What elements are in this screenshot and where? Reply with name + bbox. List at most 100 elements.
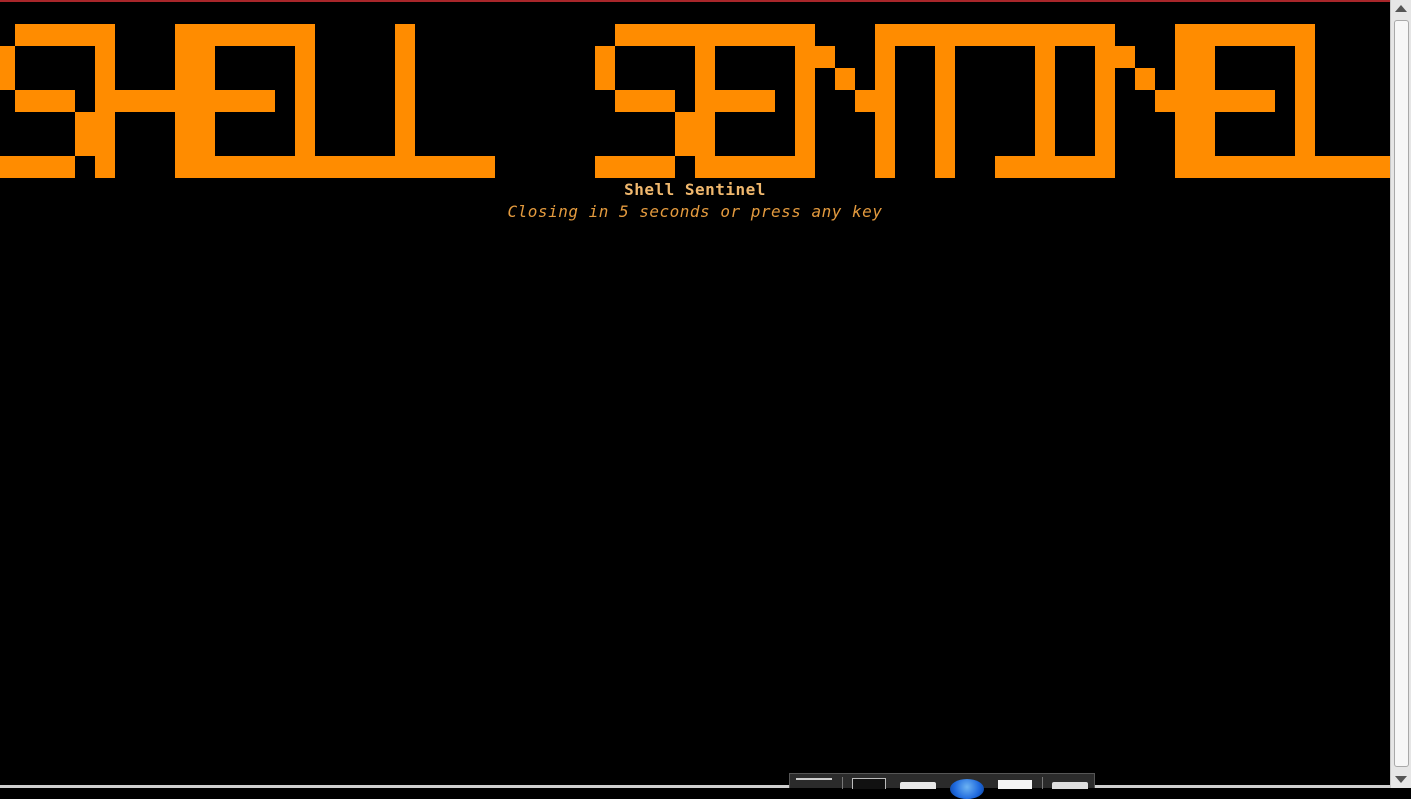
banner-block — [395, 112, 415, 134]
banner-letter — [995, 24, 1095, 178]
banner-block — [615, 24, 635, 46]
banner-block — [1295, 112, 1315, 134]
banner-block — [735, 156, 755, 178]
banner-block — [595, 68, 615, 90]
closing-message: Closing in 5 seconds or press any key — [507, 202, 883, 221]
banner-block — [595, 46, 615, 68]
banner-letter — [695, 24, 795, 178]
banner-block — [1095, 90, 1115, 112]
banner-block — [175, 24, 195, 46]
vertical-scrollbar[interactable] — [1390, 0, 1411, 788]
banner-block — [355, 156, 375, 178]
banner-block — [135, 90, 155, 112]
banner-letter — [795, 24, 895, 178]
banner-block — [15, 156, 35, 178]
banner-block — [155, 90, 175, 112]
banner-block — [855, 90, 875, 112]
banner-block — [1195, 134, 1215, 156]
scroll-up-icon[interactable] — [1395, 5, 1407, 12]
banner-block — [395, 90, 415, 112]
banner-block — [875, 68, 895, 90]
banner-block — [1095, 112, 1115, 134]
banner-block — [435, 156, 455, 178]
banner-block — [195, 90, 215, 112]
banner-block — [1175, 156, 1195, 178]
banner-block — [975, 24, 995, 46]
banner-block — [1275, 24, 1295, 46]
banner-block — [175, 156, 195, 178]
banner-block — [655, 24, 675, 46]
banner-block — [995, 24, 1015, 46]
banner-block — [1215, 156, 1235, 178]
banner-block — [195, 68, 215, 90]
banner-block — [295, 46, 315, 68]
banner-letter — [1295, 24, 1390, 178]
banner-block — [835, 68, 855, 90]
banner-block — [395, 156, 415, 178]
banner-block — [1355, 156, 1375, 178]
scroll-down-icon[interactable] — [1395, 776, 1407, 783]
banner-block — [215, 156, 235, 178]
banner-block — [1195, 68, 1215, 90]
banner-block — [1195, 112, 1215, 134]
scroll-thumb[interactable] — [1394, 20, 1409, 767]
banner-block — [1295, 24, 1315, 46]
banner-block — [1295, 134, 1315, 156]
banner-block — [1235, 156, 1255, 178]
banner-block — [1175, 90, 1195, 112]
banner-block — [55, 156, 75, 178]
banner-block — [875, 46, 895, 68]
banner-block — [1035, 46, 1055, 68]
banner-block — [635, 24, 655, 46]
banner-block — [1235, 24, 1255, 46]
banner-block — [795, 134, 815, 156]
banner-block — [915, 24, 935, 46]
banner-block — [875, 112, 895, 134]
banner-block — [875, 156, 895, 178]
banner-block — [175, 112, 195, 134]
browser-icon[interactable] — [950, 779, 984, 799]
banner-block — [735, 24, 755, 46]
banner-block — [415, 156, 435, 178]
window-list-icon[interactable] — [796, 778, 832, 791]
banner-block — [815, 46, 835, 68]
banner-block — [195, 46, 215, 68]
banner-block — [295, 134, 315, 156]
ascii-banner-art — [0, 24, 1390, 178]
terminal-icon[interactable] — [852, 778, 886, 789]
banner-block — [1015, 24, 1035, 46]
banner-block — [175, 134, 195, 156]
banner-block — [0, 46, 15, 68]
banner-block — [1135, 68, 1155, 90]
banner-block — [935, 90, 955, 112]
banner-block — [715, 90, 735, 112]
banner-block — [15, 24, 35, 46]
banner-block — [795, 156, 815, 178]
banner-block — [235, 24, 255, 46]
banner-letter — [195, 24, 295, 178]
banner-block — [15, 90, 35, 112]
banner-block — [795, 68, 815, 90]
terminal-window[interactable]: Shell Sentinel Closing in 5 seconds or p… — [0, 0, 1411, 788]
banner-block — [175, 68, 195, 90]
banner-block — [295, 90, 315, 112]
app-title: Shell Sentinel — [624, 180, 766, 199]
banner-block — [1175, 68, 1195, 90]
banner-block — [95, 134, 115, 156]
banner-block — [655, 156, 675, 178]
banner-block — [115, 90, 135, 112]
banner-block — [1255, 156, 1275, 178]
banner-block — [795, 46, 815, 68]
banner-block — [1215, 24, 1235, 46]
banner-block — [235, 90, 255, 112]
banner-block — [395, 24, 415, 46]
banner-block — [755, 24, 775, 46]
banner-block — [1015, 156, 1035, 178]
banner-block — [995, 156, 1015, 178]
banner-block — [715, 24, 735, 46]
banner-block — [695, 134, 715, 156]
banner-block — [315, 156, 335, 178]
banner-block — [795, 90, 815, 112]
banner-block — [1095, 68, 1115, 90]
banner-block — [1275, 156, 1295, 178]
